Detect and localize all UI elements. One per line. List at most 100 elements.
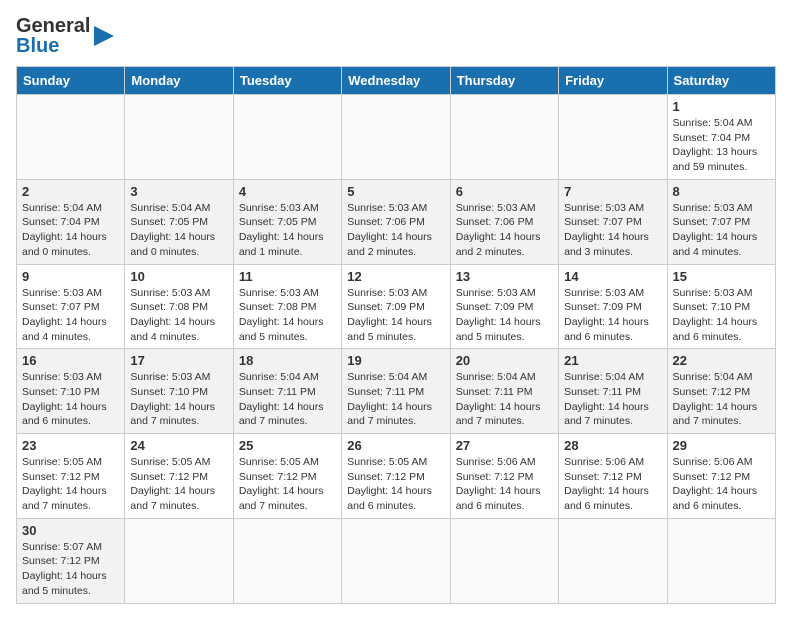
calendar-day-cell: 2 Sunrise: 5:04 AM Sunset: 7:04 PM Daylig… [17, 179, 125, 264]
day-info: Sunrise: 5:04 AM Sunset: 7:04 PM Dayligh… [22, 201, 119, 260]
day-info: Sunrise: 5:03 AM Sunset: 7:10 PM Dayligh… [22, 370, 119, 429]
day-number: 30 [22, 523, 119, 538]
calendar-day-header: Monday [125, 67, 233, 95]
day-number: 6 [456, 184, 553, 199]
calendar-week-row: 30 Sunrise: 5:07 AM Sunset: 7:12 PM Dayli… [17, 518, 776, 603]
calendar-day-header: Friday [559, 67, 667, 95]
calendar-day-cell: 13 Sunrise: 5:03 AM Sunset: 7:09 PM Dayli… [450, 264, 558, 349]
header: GeneralBlue [16, 16, 776, 56]
day-number: 7 [564, 184, 661, 199]
calendar: SundayMondayTuesdayWednesdayThursdayFrid… [16, 66, 776, 604]
calendar-day-cell: 27 Sunrise: 5:06 AM Sunset: 7:12 PM Dayli… [450, 434, 558, 519]
day-info: Sunrise: 5:04 AM Sunset: 7:11 PM Dayligh… [347, 370, 444, 429]
day-info: Sunrise: 5:03 AM Sunset: 7:08 PM Dayligh… [239, 286, 336, 345]
calendar-day-cell: 17 Sunrise: 5:03 AM Sunset: 7:10 PM Dayli… [125, 349, 233, 434]
day-number: 19 [347, 353, 444, 368]
calendar-day-cell: 4 Sunrise: 5:03 AM Sunset: 7:05 PM Daylig… [233, 179, 341, 264]
day-info: Sunrise: 5:06 AM Sunset: 7:12 PM Dayligh… [564, 455, 661, 514]
calendar-empty-cell [559, 95, 667, 180]
calendar-week-row: 23 Sunrise: 5:05 AM Sunset: 7:12 PM Dayli… [17, 434, 776, 519]
day-info: Sunrise: 5:03 AM Sunset: 7:09 PM Dayligh… [456, 286, 553, 345]
day-number: 3 [130, 184, 227, 199]
calendar-day-cell: 10 Sunrise: 5:03 AM Sunset: 7:08 PM Dayli… [125, 264, 233, 349]
day-info: Sunrise: 5:03 AM Sunset: 7:10 PM Dayligh… [673, 286, 770, 345]
day-info: Sunrise: 5:03 AM Sunset: 7:08 PM Dayligh… [130, 286, 227, 345]
day-number: 16 [22, 353, 119, 368]
day-info: Sunrise: 5:04 AM Sunset: 7:12 PM Dayligh… [673, 370, 770, 429]
logo-general: GeneralBlue [16, 16, 90, 56]
calendar-day-cell: 20 Sunrise: 5:04 AM Sunset: 7:11 PM Dayli… [450, 349, 558, 434]
calendar-day-cell: 15Sunrise: 5:03 AM Sunset: 7:10 PM Dayli… [667, 264, 775, 349]
day-number: 10 [130, 269, 227, 284]
day-number: 28 [564, 438, 661, 453]
day-number: 22 [673, 353, 770, 368]
day-info: Sunrise: 5:03 AM Sunset: 7:06 PM Dayligh… [347, 201, 444, 260]
calendar-day-header: Tuesday [233, 67, 341, 95]
day-info: Sunrise: 5:04 AM Sunset: 7:05 PM Dayligh… [130, 201, 227, 260]
calendar-day-cell: 5 Sunrise: 5:03 AM Sunset: 7:06 PM Daylig… [342, 179, 450, 264]
day-info: Sunrise: 5:05 AM Sunset: 7:12 PM Dayligh… [239, 455, 336, 514]
calendar-day-cell: 22 Sunrise: 5:04 AM Sunset: 7:12 PM Dayli… [667, 349, 775, 434]
day-info: Sunrise: 5:05 AM Sunset: 7:12 PM Dayligh… [347, 455, 444, 514]
calendar-empty-cell [559, 518, 667, 603]
day-number: 17 [130, 353, 227, 368]
calendar-day-cell: 18 Sunrise: 5:04 AM Sunset: 7:11 PM Dayli… [233, 349, 341, 434]
calendar-day-cell: 30 Sunrise: 5:07 AM Sunset: 7:12 PM Dayli… [17, 518, 125, 603]
day-number: 18 [239, 353, 336, 368]
day-number: 27 [456, 438, 553, 453]
day-info: Sunrise: 5:03 AM Sunset: 7:07 PM Dayligh… [564, 201, 661, 260]
day-number: 5 [347, 184, 444, 199]
day-number: 13 [456, 269, 553, 284]
day-info: Sunrise: 5:05 AM Sunset: 7:12 PM Dayligh… [130, 455, 227, 514]
calendar-day-header: Saturday [667, 67, 775, 95]
day-info: Sunrise: 5:06 AM Sunset: 7:12 PM Dayligh… [673, 455, 770, 514]
day-number: 20 [456, 353, 553, 368]
calendar-week-row: 9 Sunrise: 5:03 AM Sunset: 7:07 PM Daylig… [17, 264, 776, 349]
day-info: Sunrise: 5:04 AM Sunset: 7:11 PM Dayligh… [456, 370, 553, 429]
calendar-day-cell: 9 Sunrise: 5:03 AM Sunset: 7:07 PM Daylig… [17, 264, 125, 349]
calendar-day-cell: 28 Sunrise: 5:06 AM Sunset: 7:12 PM Dayli… [559, 434, 667, 519]
day-number: 2 [22, 184, 119, 199]
calendar-day-cell: 23 Sunrise: 5:05 AM Sunset: 7:12 PM Dayli… [17, 434, 125, 519]
day-info: Sunrise: 5:04 AM Sunset: 7:11 PM Dayligh… [239, 370, 336, 429]
calendar-empty-cell [125, 518, 233, 603]
calendar-week-row: 2 Sunrise: 5:04 AM Sunset: 7:04 PM Daylig… [17, 179, 776, 264]
calendar-empty-cell [233, 518, 341, 603]
calendar-day-cell: 24 Sunrise: 5:05 AM Sunset: 7:12 PM Dayli… [125, 434, 233, 519]
day-info: Sunrise: 5:07 AM Sunset: 7:12 PM Dayligh… [22, 540, 119, 599]
day-number: 14 [564, 269, 661, 284]
calendar-day-cell: 6Sunrise: 5:03 AM Sunset: 7:06 PM Daylig… [450, 179, 558, 264]
day-number: 8 [673, 184, 770, 199]
day-info: Sunrise: 5:04 AM Sunset: 7:11 PM Dayligh… [564, 370, 661, 429]
calendar-day-cell: 1 Sunrise: 5:04 AM Sunset: 7:04 PM Daylig… [667, 95, 775, 180]
calendar-day-header: Wednesday [342, 67, 450, 95]
day-info: Sunrise: 5:05 AM Sunset: 7:12 PM Dayligh… [22, 455, 119, 514]
day-info: Sunrise: 5:03 AM Sunset: 7:10 PM Dayligh… [130, 370, 227, 429]
day-info: Sunrise: 5:03 AM Sunset: 7:07 PM Dayligh… [22, 286, 119, 345]
calendar-day-cell: 12Sunrise: 5:03 AM Sunset: 7:09 PM Dayli… [342, 264, 450, 349]
day-number: 1 [673, 99, 770, 114]
day-info: Sunrise: 5:04 AM Sunset: 7:04 PM Dayligh… [673, 116, 770, 175]
calendar-empty-cell [17, 95, 125, 180]
day-number: 23 [22, 438, 119, 453]
calendar-header-row: SundayMondayTuesdayWednesdayThursdayFrid… [17, 67, 776, 95]
day-info: Sunrise: 5:03 AM Sunset: 7:09 PM Dayligh… [564, 286, 661, 345]
calendar-week-row: 1 Sunrise: 5:04 AM Sunset: 7:04 PM Daylig… [17, 95, 776, 180]
day-number: 24 [130, 438, 227, 453]
day-number: 4 [239, 184, 336, 199]
calendar-empty-cell [667, 518, 775, 603]
day-info: Sunrise: 5:06 AM Sunset: 7:12 PM Dayligh… [456, 455, 553, 514]
logo-triangle-icon [94, 21, 114, 51]
calendar-day-cell: 19 Sunrise: 5:04 AM Sunset: 7:11 PM Dayli… [342, 349, 450, 434]
day-info: Sunrise: 5:03 AM Sunset: 7:05 PM Dayligh… [239, 201, 336, 260]
calendar-day-cell: 8 Sunrise: 5:03 AM Sunset: 7:07 PM Daylig… [667, 179, 775, 264]
day-info: Sunrise: 5:03 AM Sunset: 7:07 PM Dayligh… [673, 201, 770, 260]
calendar-empty-cell [233, 95, 341, 180]
calendar-empty-cell [125, 95, 233, 180]
calendar-day-cell: 21Sunrise: 5:04 AM Sunset: 7:11 PM Dayli… [559, 349, 667, 434]
day-number: 25 [239, 438, 336, 453]
calendar-day-cell: 7 Sunrise: 5:03 AM Sunset: 7:07 PM Daylig… [559, 179, 667, 264]
day-number: 9 [22, 269, 119, 284]
logo: GeneralBlue [16, 16, 114, 56]
day-number: 12 [347, 269, 444, 284]
